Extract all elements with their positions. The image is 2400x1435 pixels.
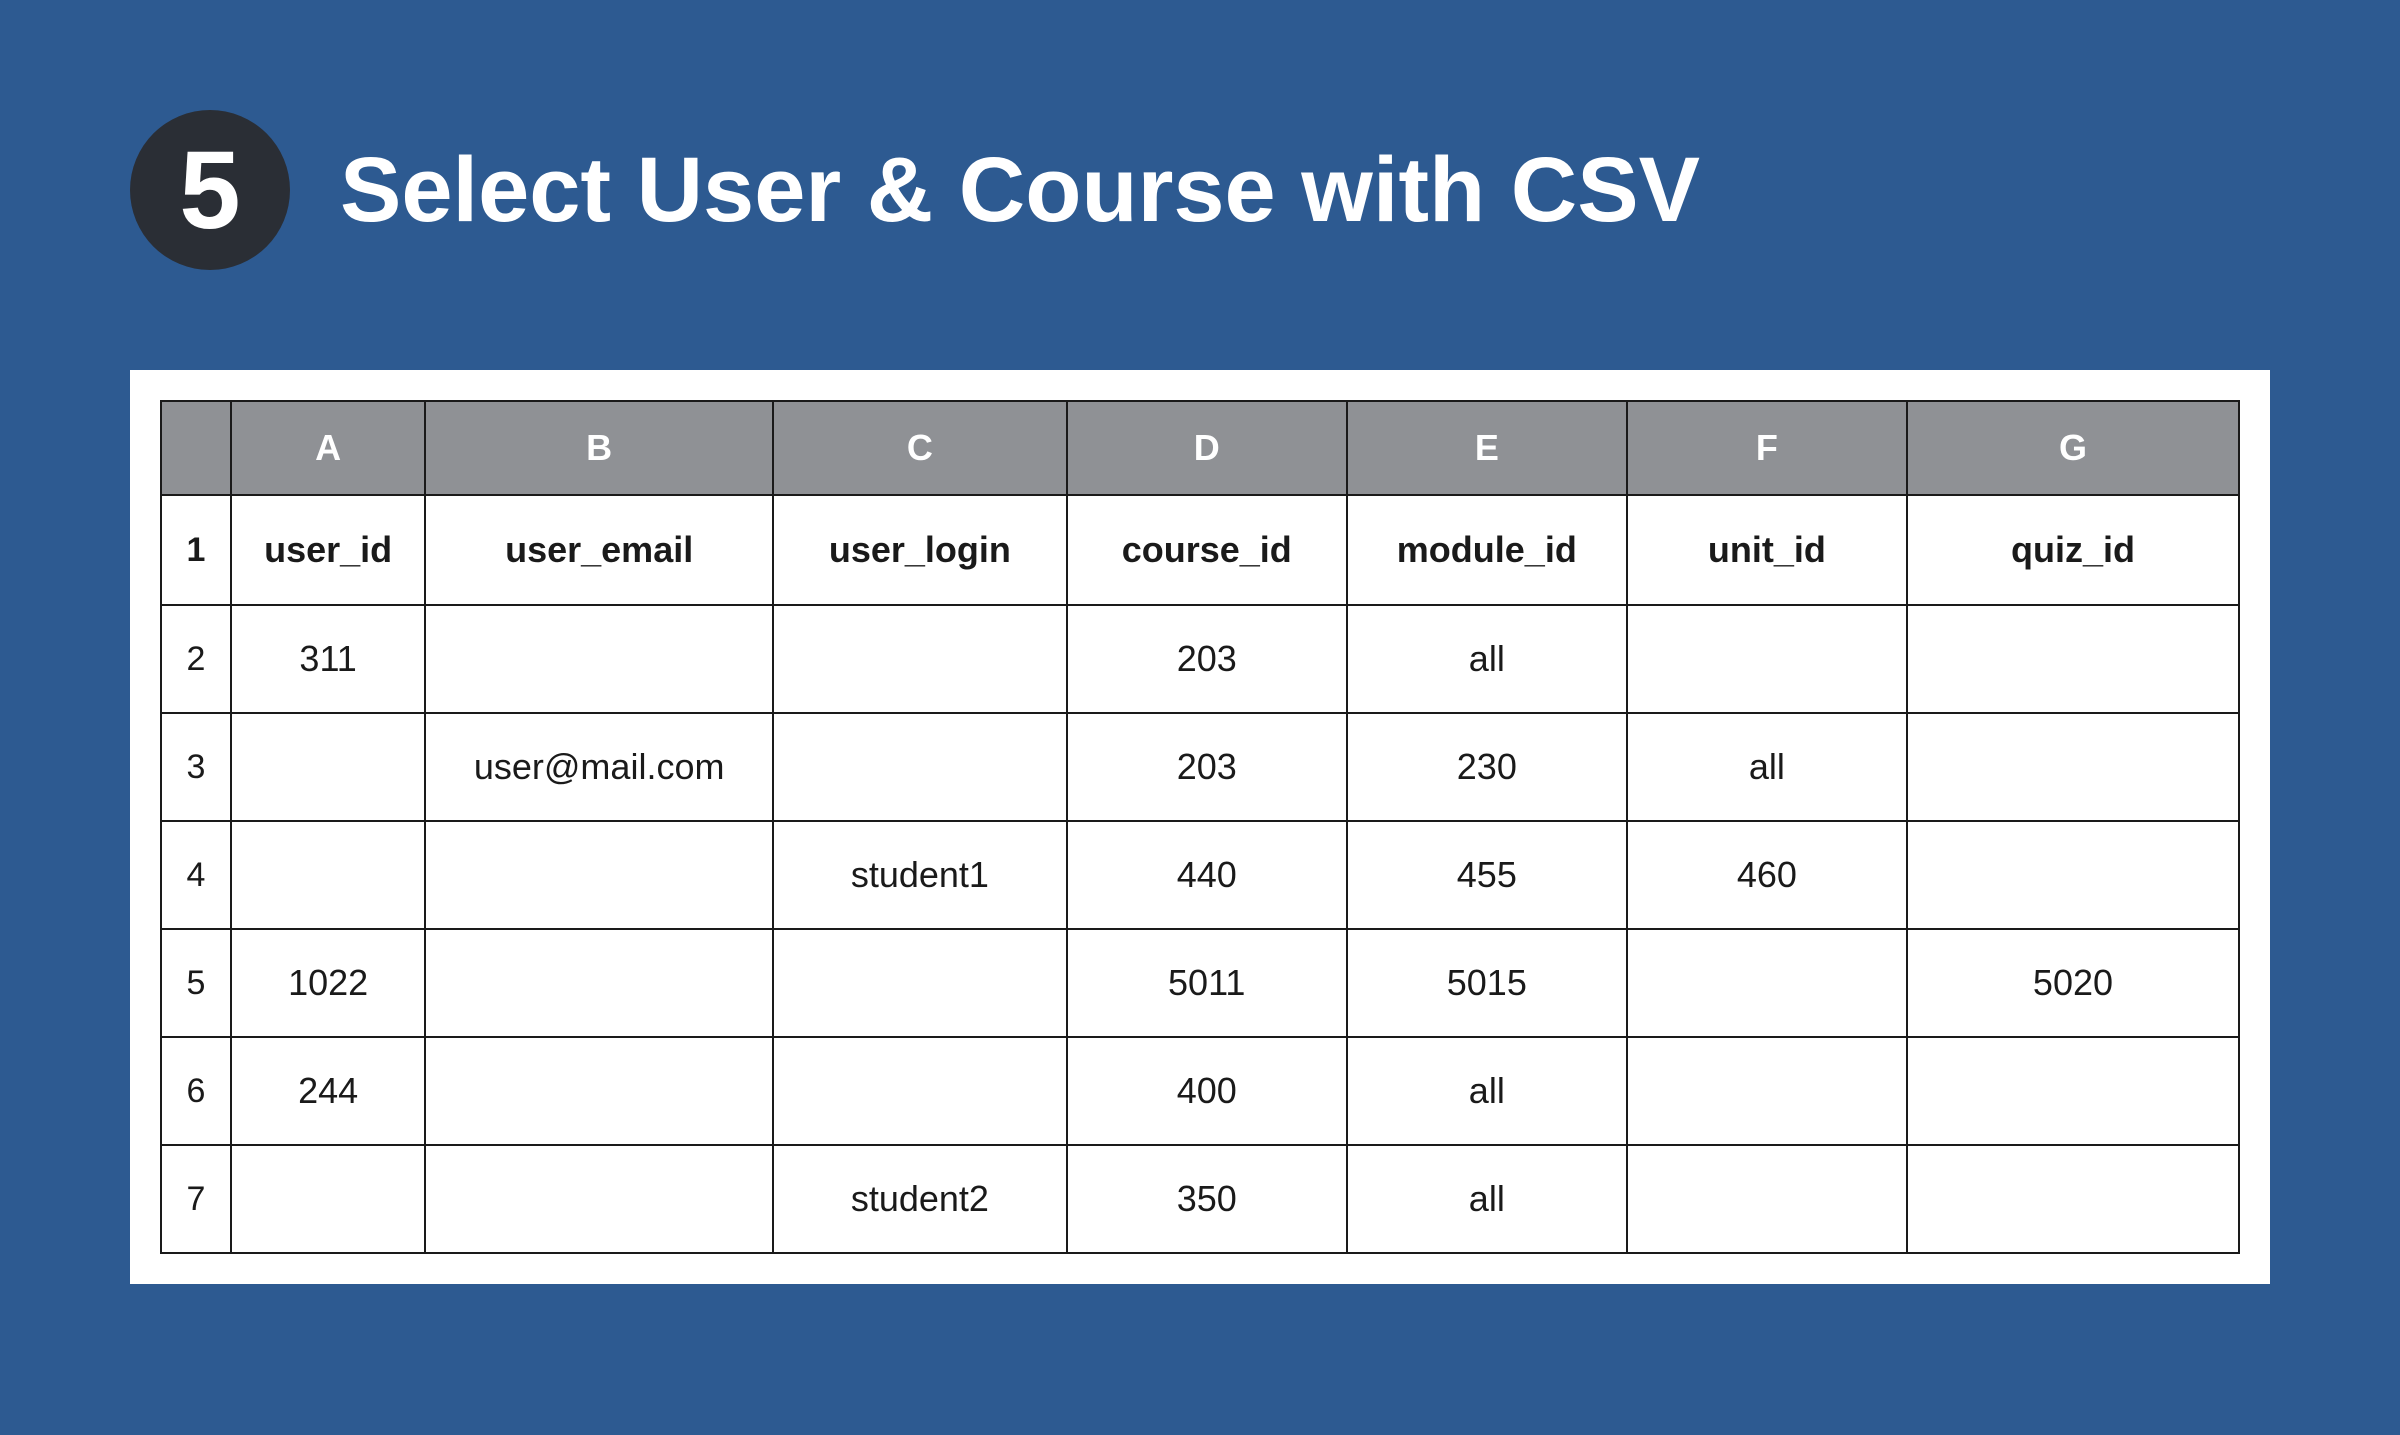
row-number: 2 [161, 605, 231, 713]
cell: 311 [231, 605, 425, 713]
header-user-login: user_login [773, 495, 1067, 605]
cell [231, 1145, 425, 1253]
col-header-D: D [1067, 401, 1347, 495]
cell [425, 1145, 773, 1253]
table-row: 3 user@mail.com 203 230 all [161, 713, 2239, 821]
cell: 460 [1627, 821, 1907, 929]
cell: 455 [1347, 821, 1627, 929]
cell [425, 605, 773, 713]
header-course-id: course_id [1067, 495, 1347, 605]
cell [1627, 1037, 1907, 1145]
table-row: 5 1022 5011 5015 5020 [161, 929, 2239, 1037]
cell: 5011 [1067, 929, 1347, 1037]
col-header-A: A [231, 401, 425, 495]
header-user-email: user_email [425, 495, 773, 605]
cell [1907, 713, 2239, 821]
cell [425, 929, 773, 1037]
table-row: 6 244 400 all [161, 1037, 2239, 1145]
cell: all [1627, 713, 1907, 821]
cell: 230 [1347, 713, 1627, 821]
cell [773, 929, 1067, 1037]
cell: 1022 [231, 929, 425, 1037]
cell: all [1347, 605, 1627, 713]
cell: 203 [1067, 713, 1347, 821]
row-number: 5 [161, 929, 231, 1037]
cell: user@mail.com [425, 713, 773, 821]
cell: 400 [1067, 1037, 1347, 1145]
table-row: 4 student1 440 455 460 [161, 821, 2239, 929]
row-number: 6 [161, 1037, 231, 1145]
table-row: 7 student2 350 all [161, 1145, 2239, 1253]
corner-cell [161, 401, 231, 495]
cell [1907, 1037, 2239, 1145]
cell [1627, 1145, 1907, 1253]
table-row: 2 311 203 all [161, 605, 2239, 713]
row-number: 4 [161, 821, 231, 929]
step-circle: 5 [130, 110, 290, 270]
cell: 5020 [1907, 929, 2239, 1037]
cell [425, 821, 773, 929]
cell [1907, 1145, 2239, 1253]
header-module-id: module_id [1347, 495, 1627, 605]
field-header-row: 1 user_id user_email user_login course_i… [161, 495, 2239, 605]
cell: 440 [1067, 821, 1347, 929]
cell [1627, 929, 1907, 1037]
col-header-G: G [1907, 401, 2239, 495]
cell: all [1347, 1145, 1627, 1253]
cell: all [1347, 1037, 1627, 1145]
row-number: 7 [161, 1145, 231, 1253]
column-letter-row: A B C D E F G [161, 401, 2239, 495]
page-title: Select User & Course with CSV [340, 138, 1700, 243]
header-unit-id: unit_id [1627, 495, 1907, 605]
cell [1907, 821, 2239, 929]
cell [773, 1037, 1067, 1145]
cell [773, 605, 1067, 713]
cell: student1 [773, 821, 1067, 929]
col-header-E: E [1347, 401, 1627, 495]
cell: 244 [231, 1037, 425, 1145]
col-header-F: F [1627, 401, 1907, 495]
row-number: 3 [161, 713, 231, 821]
cell: 5015 [1347, 929, 1627, 1037]
cell: 350 [1067, 1145, 1347, 1253]
row-number: 1 [161, 495, 231, 605]
cell [425, 1037, 773, 1145]
cell [773, 713, 1067, 821]
csv-spreadsheet: A B C D E F G 1 user_id user_email user_… [160, 400, 2240, 1254]
cell [1627, 605, 1907, 713]
header-quiz-id: quiz_id [1907, 495, 2239, 605]
cell [1907, 605, 2239, 713]
cell [231, 821, 425, 929]
header-user-id: user_id [231, 495, 425, 605]
spreadsheet-container: A B C D E F G 1 user_id user_email user_… [130, 370, 2270, 1284]
cell: student2 [773, 1145, 1067, 1253]
step-number: 5 [179, 127, 240, 254]
cell: 203 [1067, 605, 1347, 713]
cell [231, 713, 425, 821]
col-header-C: C [773, 401, 1067, 495]
col-header-B: B [425, 401, 773, 495]
step-header: 5 Select User & Course with CSV [130, 110, 2270, 270]
